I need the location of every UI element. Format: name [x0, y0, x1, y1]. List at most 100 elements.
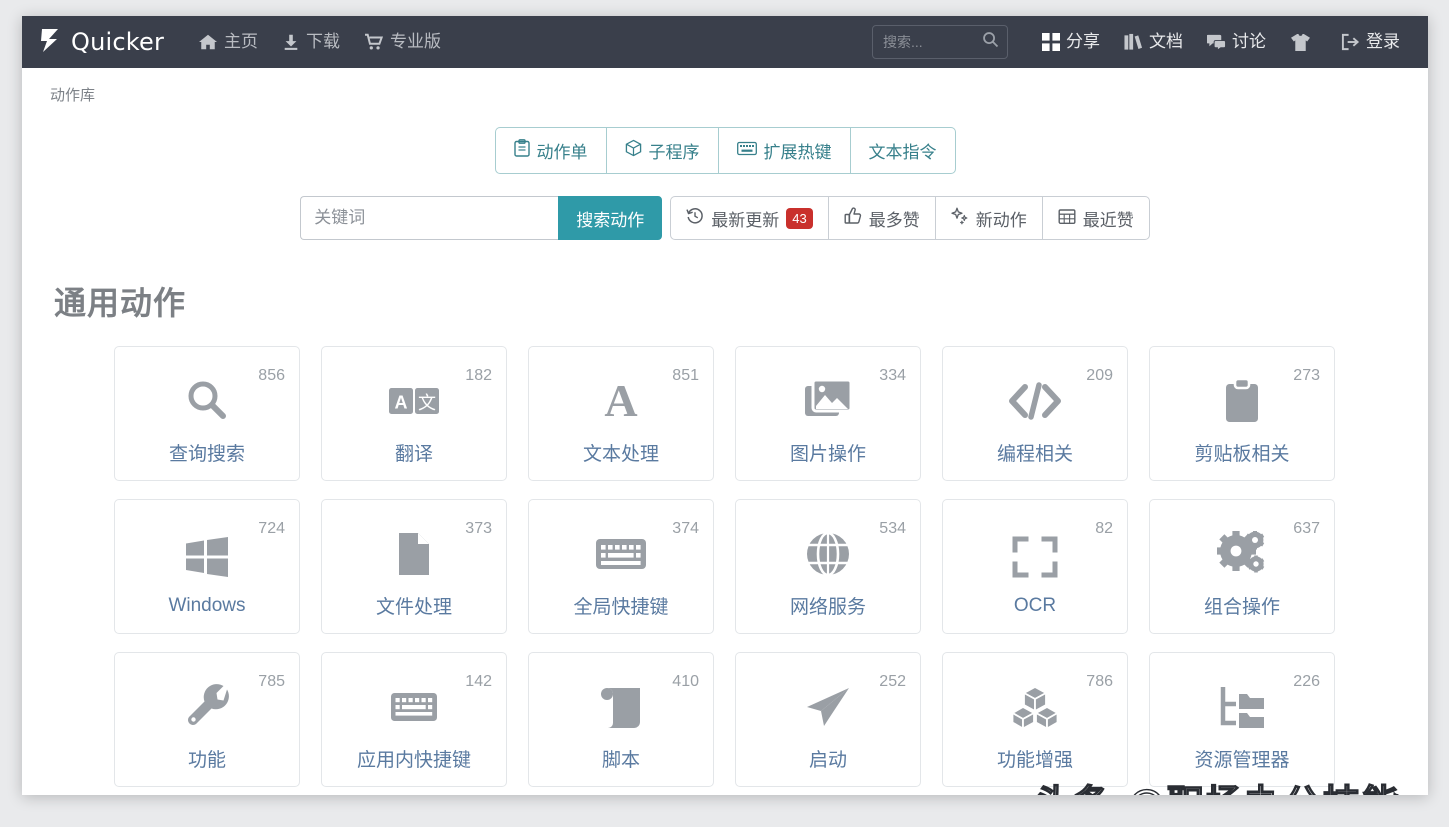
svg-text:文: 文 — [418, 393, 436, 414]
category-card-search[interactable]: 856 查询搜索 — [114, 346, 300, 481]
category-card-ocr[interactable]: 82 OCR — [942, 499, 1128, 634]
images-icon — [804, 375, 852, 427]
card-label: 组合操作 — [1203, 597, 1280, 618]
tab-extended-hotkey[interactable]: 扩展热键 — [717, 127, 850, 174]
keyword-search-group: 搜索动作 — [300, 196, 663, 240]
category-card-clipboard[interactable]: 273 剪贴板相关 — [1149, 346, 1335, 481]
category-card-image[interactable]: 334 图片操作 — [735, 346, 921, 481]
card-label: 网络服务 — [789, 597, 866, 618]
brand-logo[interactable]: Quicker — [38, 27, 164, 58]
filter-most-liked[interactable]: 最多赞 — [827, 196, 935, 240]
card-count: 373 — [465, 520, 492, 537]
card-label: 查询搜索 — [168, 444, 245, 465]
category-card-text[interactable]: 851 A 文本处理 — [528, 346, 714, 481]
cube-icon — [625, 139, 642, 162]
card-count: 226 — [1293, 673, 1320, 690]
nav-link-share-label: 分享 — [1066, 32, 1100, 51]
category-card-script[interactable]: 410 脚本 — [528, 652, 714, 787]
nav-link-docs-label: 文档 — [1149, 32, 1183, 51]
nav-link-pro-label: 专业版 — [390, 32, 442, 51]
filter-latest-update-label: 最新更新 — [711, 210, 780, 230]
tab-group-row: 动作单 子程序 扩展热键 文本指令 — [22, 105, 1428, 174]
card-label: 资源管理器 — [1194, 750, 1290, 771]
nav-link-shop[interactable] — [1278, 16, 1329, 68]
category-card-global-hotkey[interactable]: 374 全局快捷键 — [528, 499, 714, 634]
category-card-network[interactable]: 534 网络服务 — [735, 499, 921, 634]
nav-link-docs[interactable]: 文档 — [1112, 16, 1195, 68]
filter-recent-likes[interactable]: 最近赞 — [1041, 196, 1150, 240]
grid-squares-icon — [1042, 33, 1060, 51]
nav-link-login[interactable]: 登录 — [1329, 16, 1412, 68]
card-label: 文本处理 — [582, 444, 659, 465]
nav-link-pro[interactable]: 专业版 — [352, 16, 453, 68]
nav-link-share[interactable]: 分享 — [1030, 16, 1112, 68]
card-label: 功能增强 — [996, 750, 1073, 771]
card-label: 翻译 — [394, 444, 433, 465]
card-count: 785 — [258, 673, 285, 690]
filter-latest-update[interactable]: 最新更新 43 — [670, 196, 828, 240]
calendar-icon — [1058, 207, 1076, 230]
category-card-windows[interactable]: 724 Windows — [114, 499, 300, 634]
category-card-composite[interactable]: 637 组合操作 — [1149, 499, 1335, 634]
windows-logo-icon — [184, 531, 230, 583]
folder-tree-icon — [1218, 681, 1266, 733]
page-title: 通用动作 — [54, 285, 187, 321]
crop-frame-icon — [1012, 531, 1058, 583]
keyboard-icon — [595, 528, 647, 580]
comments-icon — [1207, 33, 1226, 51]
paper-plane-icon — [804, 681, 852, 733]
category-card-inapp-hotkey[interactable]: 142 应用内快捷键 — [321, 652, 507, 787]
lightning-bolt-icon — [38, 27, 62, 58]
card-count: 786 — [1086, 673, 1113, 690]
nav-link-home-label: 主页 — [224, 32, 259, 51]
letter-a-icon: A — [604, 375, 638, 426]
card-count: 534 — [879, 520, 906, 537]
category-card-translate[interactable]: 182 A 文 翻译 — [321, 346, 507, 481]
card-count: 209 — [1086, 367, 1113, 384]
navbar-right-group: 分享 文档 讨论 — [872, 16, 1428, 68]
nav-link-home[interactable]: 主页 — [186, 16, 270, 68]
search-input[interactable] — [872, 25, 1008, 59]
tab-extended-hotkey-label: 扩展热键 — [763, 143, 832, 162]
brand-name: Quicker — [71, 28, 165, 56]
nav-link-discuss-label: 讨论 — [1232, 32, 1266, 51]
keyword-input[interactable] — [300, 196, 559, 240]
category-card-explorer[interactable]: 226 资源管理器 — [1149, 652, 1335, 787]
clipboard-icon — [513, 139, 530, 162]
card-count: 851 — [672, 367, 699, 384]
category-card-function[interactable]: 785 功能 — [114, 652, 300, 787]
t-shirt-icon — [1290, 33, 1311, 52]
nav-link-discuss[interactable]: 讨论 — [1195, 16, 1278, 68]
tab-text-command[interactable]: 文本指令 — [849, 127, 956, 174]
filter-new-actions[interactable]: 新动作 — [934, 196, 1042, 240]
card-count: 410 — [672, 673, 699, 690]
shopping-cart-icon — [364, 33, 384, 51]
tab-subprogram[interactable]: 子程序 — [605, 127, 718, 174]
navbar-search[interactable] — [872, 25, 1008, 59]
globe-icon — [805, 528, 851, 580]
code-brackets-icon — [1009, 375, 1061, 427]
card-count: 374 — [672, 520, 699, 537]
category-card-enhancement[interactable]: 786 功能增强 — [942, 652, 1128, 787]
card-label: 图片操作 — [789, 444, 866, 465]
category-card-grid: 856 查询搜索 182 A 文 翻译 851 A 文本处理 334 图片操作 … — [114, 346, 1428, 787]
download-icon — [282, 33, 300, 51]
breadcrumb-label[interactable]: 动作库 — [50, 87, 95, 104]
nav-link-download-label: 下载 — [306, 32, 341, 51]
search-action-button[interactable]: 搜索动作 — [558, 196, 663, 240]
filter-most-liked-label: 最多赞 — [868, 210, 920, 230]
tab-subprogram-label: 子程序 — [648, 143, 700, 162]
clipboard-icon — [1223, 375, 1261, 427]
category-card-launch[interactable]: 252 启动 — [735, 652, 921, 787]
category-card-file[interactable]: 373 文件处理 — [321, 499, 507, 634]
scroll-icon — [598, 681, 644, 733]
category-card-programming[interactable]: 209 编程相关 — [942, 346, 1128, 481]
tab-action-list-label: 动作单 — [536, 143, 588, 162]
card-label: OCR — [1013, 594, 1057, 616]
nav-link-download[interactable]: 下载 — [270, 16, 352, 68]
tab-text-command-label: 文本指令 — [868, 143, 937, 162]
tab-action-list[interactable]: 动作单 — [494, 127, 606, 174]
home-icon — [198, 33, 218, 51]
filter-recent-likes-label: 最近赞 — [1082, 210, 1134, 230]
books-icon — [1124, 33, 1143, 51]
